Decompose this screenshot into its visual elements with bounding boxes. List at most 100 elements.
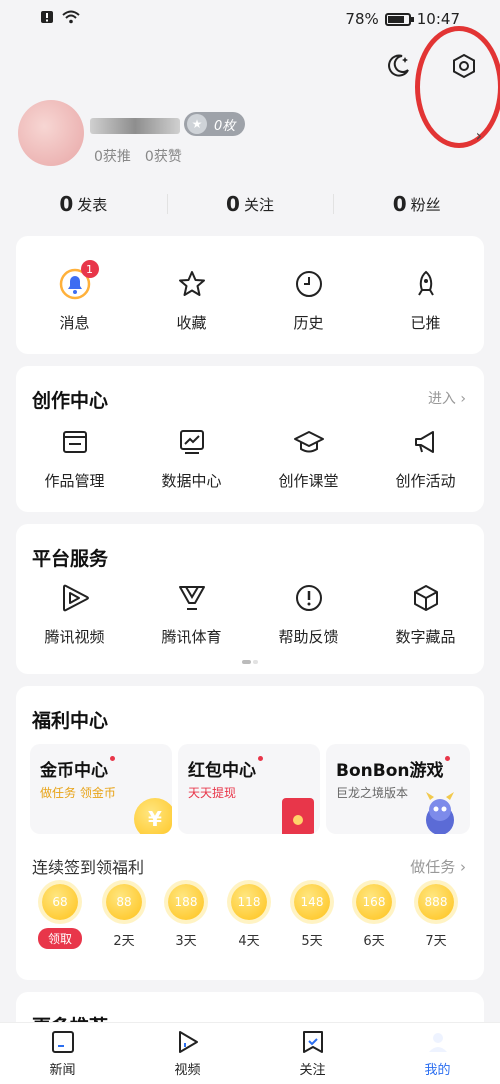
claim-button[interactable]: 领取 (37, 928, 82, 949)
megaphone-icon (408, 424, 444, 460)
tile-title: 红包中心 (188, 756, 263, 781)
tencent-video-icon (57, 580, 93, 616)
day-label: 6天 (363, 934, 385, 949)
night-mode-icon[interactable] (380, 48, 416, 84)
platform-item-collectibles[interactable]: 数字藏品 (367, 580, 484, 647)
signin-day-4[interactable]: 118 4天 (224, 884, 274, 949)
creation-items: 作品管理 数据中心 创作课堂 创作活动 (16, 424, 484, 491)
tile-subtitle: 巨龙之境版本 (336, 786, 409, 800)
user-icon (425, 1029, 451, 1055)
quick-item-label: 消息 (59, 314, 90, 332)
welfare-title: 福利中心 (32, 710, 109, 732)
coin-amount: 168 (356, 884, 392, 920)
page-indicator (242, 660, 258, 664)
creation-item-data[interactable]: 数据中心 (133, 424, 250, 491)
quick-item-messages[interactable]: 1 消息 (16, 260, 133, 333)
count-fans[interactable]: 0 粉丝 (333, 186, 500, 222)
signin-day-1[interactable]: 68 领取 (35, 884, 85, 949)
creation-item-class[interactable]: 创作课堂 (250, 424, 367, 491)
status-left (40, 10, 80, 28)
star-icon: ★ (187, 114, 207, 134)
cube-icon (408, 580, 444, 616)
creation-item-works[interactable]: 作品管理 (16, 424, 133, 491)
platform-item-label: 腾讯体育 (161, 628, 222, 646)
recommend-count: 0获推 (94, 149, 131, 165)
creation-item-label: 创作课堂 (278, 472, 339, 490)
signin-task-link[interactable]: 做任务 › (410, 856, 466, 877)
quick-item-label: 收藏 (176, 314, 207, 332)
bottom-nav: 新闻 视频 关注 我的 (0, 1022, 500, 1084)
creation-item-activity[interactable]: 创作活动 (367, 424, 484, 491)
signin-day-5[interactable]: 148 5天 (287, 884, 337, 949)
play-icon (175, 1029, 201, 1055)
medal-badge[interactable]: ★ 0枚 (184, 112, 246, 136)
alert-icon (40, 10, 54, 28)
platform-item-sports[interactable]: 腾讯体育 (133, 580, 250, 647)
coin-icon: ¥ (134, 798, 172, 834)
nav-me[interactable]: 我的 (375, 1023, 500, 1084)
red-packet-tile[interactable]: 红包中心 天天提现 (178, 744, 320, 834)
count-number: 0 (392, 192, 407, 216)
tile-subtitle: 天天提现 (188, 786, 237, 800)
platform-item-label: 帮助反馈 (278, 628, 339, 646)
quick-item-pushed[interactable]: 已推 (367, 266, 484, 333)
coin-amount: 888 (418, 884, 454, 920)
wifi-icon (62, 10, 80, 28)
like-count: 0获赞 (144, 149, 182, 165)
quick-actions: 1 消息 收藏 历史 已推 (16, 260, 484, 333)
day-label: 7天 (425, 934, 447, 949)
quick-actions-card: 1 消息 收藏 历史 已推 (16, 236, 484, 354)
quick-item-label: 历史 (293, 314, 324, 332)
nav-news[interactable]: 新闻 (0, 1023, 125, 1084)
avatar[interactable] (18, 100, 84, 166)
signin-day-3[interactable]: 188 3天 (161, 884, 211, 949)
coin-center-tile[interactable]: 金币中心 做任务 领金币 ¥ (30, 744, 172, 834)
red-packet-icon (282, 798, 314, 834)
platform-item-help[interactable]: 帮助反馈 (250, 580, 367, 647)
platform-item-label: 数字藏品 (395, 628, 456, 646)
folder-icon (57, 424, 93, 460)
count-label: 粉丝 (410, 195, 441, 214)
signin-title: 连续签到领福利 (32, 858, 145, 877)
bonbon-game-tile[interactable]: BonBon游戏 巨龙之境版本 (326, 744, 470, 834)
count-posts[interactable]: 0 发表 (0, 186, 167, 222)
quick-item-history[interactable]: 历史 (250, 266, 367, 333)
creation-item-label: 创作活动 (395, 472, 456, 490)
creation-item-label: 作品管理 (44, 472, 105, 490)
game-character-icon (420, 790, 460, 834)
count-number: 0 (59, 192, 74, 216)
profile-header[interactable]: ★ 0枚 0获推 0获赞 › (18, 100, 488, 180)
username-blurred (90, 118, 180, 134)
chevron-right-icon[interactable]: › (476, 126, 482, 145)
signin-day-6[interactable]: 168 6天 (349, 884, 399, 949)
status-bar: 78% 10:47 (0, 0, 500, 38)
count-label: 发表 (77, 195, 108, 214)
platform-items: 腾讯视频 腾讯体育 帮助反馈 数字藏品 (16, 580, 484, 647)
news-icon (50, 1029, 76, 1055)
day-label: 2天 (113, 934, 135, 949)
clock: 10:47 (416, 10, 460, 28)
nav-follow[interactable]: 关注 (250, 1023, 375, 1084)
chart-icon (174, 424, 210, 460)
unread-badge: 1 (80, 260, 99, 278)
nav-label: 视频 (174, 1063, 201, 1078)
bookmark-icon (300, 1029, 326, 1055)
coin-amount: 88 (106, 884, 142, 920)
nav-video[interactable]: 视频 (125, 1023, 250, 1084)
platform-item-video[interactable]: 腾讯视频 (16, 580, 133, 647)
signin-day-2[interactable]: 88 2天 (99, 884, 149, 949)
creation-enter-link[interactable]: 进入 › (428, 388, 466, 408)
platform-title: 平台服务 (32, 548, 109, 570)
day-label: 3天 (175, 934, 197, 949)
battery-icon (384, 12, 414, 26)
quick-item-favorites[interactable]: 收藏 (133, 266, 250, 333)
coin-amount: 148 (294, 884, 330, 920)
profile-stats: 0获推 0获赞 (94, 146, 182, 166)
signin-day-7[interactable]: 888 7天 (411, 884, 461, 949)
count-following[interactable]: 0 关注 (166, 186, 334, 222)
platform-services-card: 平台服务 腾讯视频 腾讯体育 帮助反馈 数字藏品 (16, 524, 484, 674)
creation-item-label: 数据中心 (161, 472, 222, 490)
tile-title: BonBon游戏 (336, 756, 450, 781)
count-number: 0 (226, 192, 240, 216)
tile-subtitle: 做任务 领金币 (40, 786, 116, 800)
